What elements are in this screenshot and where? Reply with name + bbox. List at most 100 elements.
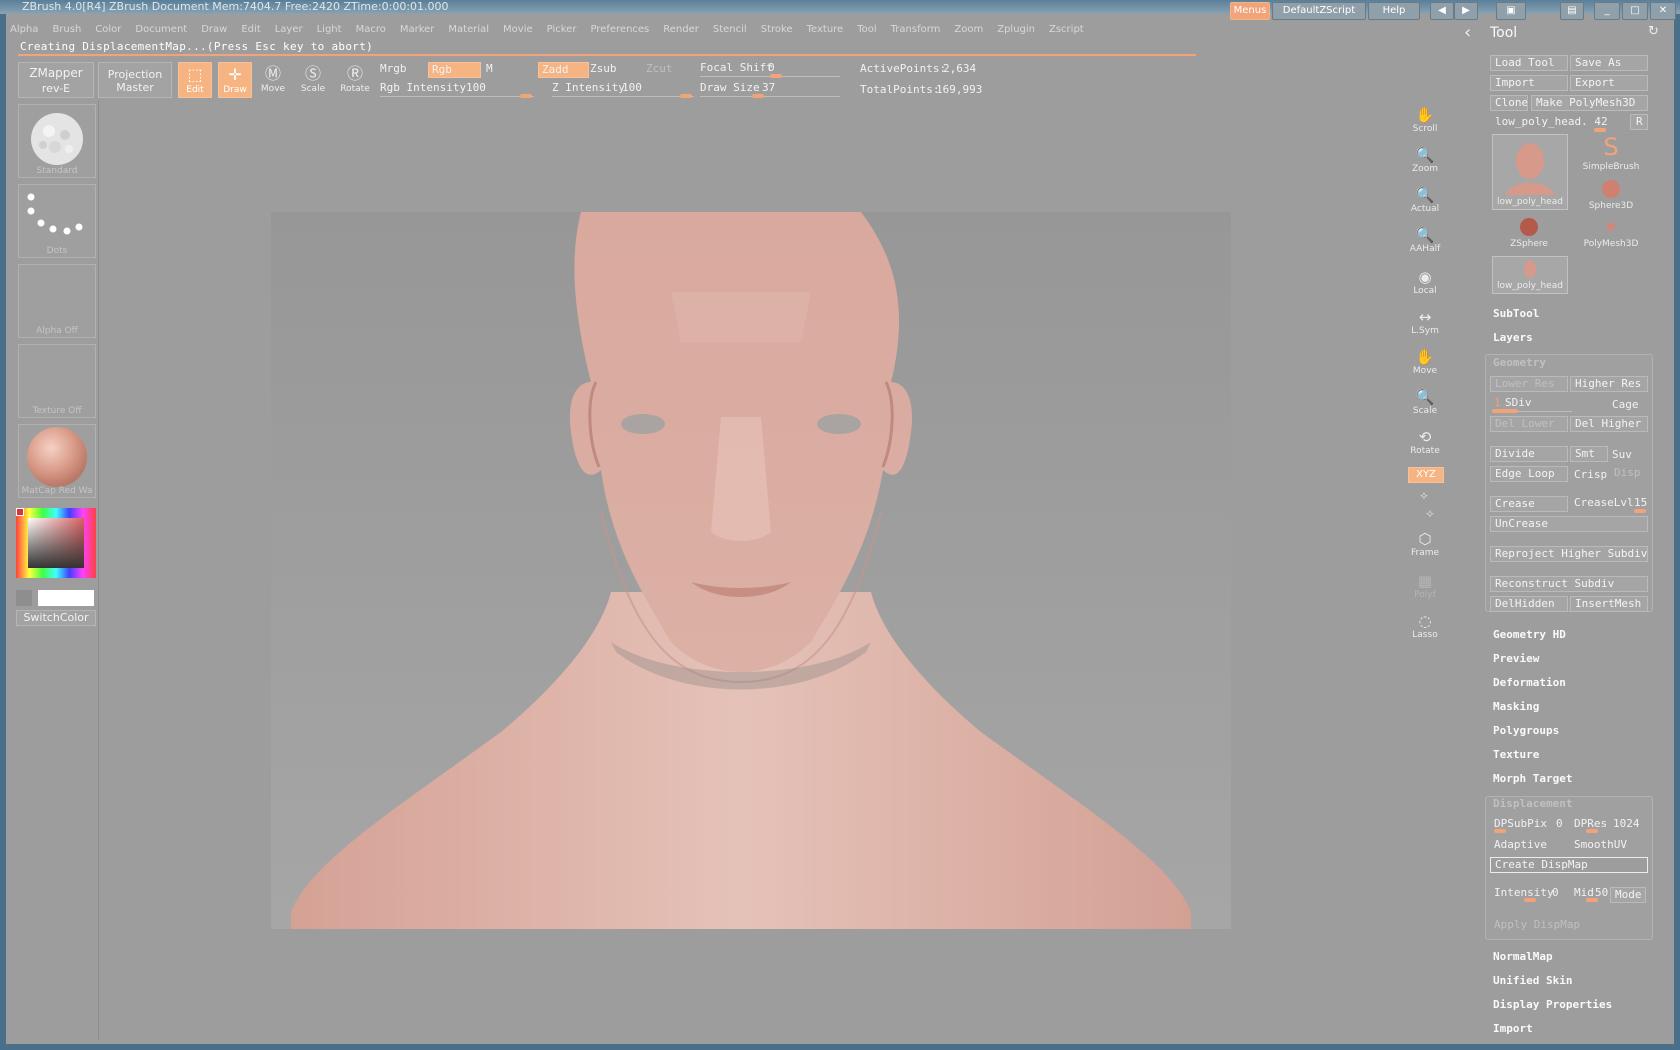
tool-thumb-sphere3d[interactable]: Sphere3D	[1578, 178, 1644, 214]
layout-icon[interactable]: ▣	[1496, 2, 1526, 20]
lasso-button[interactable]: ◌ Lasso	[1405, 612, 1445, 648]
z-intensity-knob[interactable]	[680, 94, 692, 98]
layers-section[interactable]: Layers	[1493, 331, 1533, 344]
tool-thumb-polymesh3d[interactable]: ✶ PolyMesh3D	[1578, 216, 1644, 252]
clone-button[interactable]: Clone	[1490, 95, 1528, 111]
move-button[interactable]: Ⓜ Move	[256, 62, 290, 98]
color-picker[interactable]	[16, 508, 96, 578]
prev-icon[interactable]: ◀	[1430, 2, 1454, 20]
insertmesh-button[interactable]: InsertMesh	[1570, 596, 1648, 612]
menu-light[interactable]: Light	[317, 24, 342, 35]
stroke-slot[interactable]: Dots	[18, 184, 96, 258]
export-button[interactable]: Export	[1570, 75, 1648, 91]
cage-button[interactable]: Cage	[1612, 398, 1639, 411]
menu-layer[interactable]: Layer	[275, 24, 303, 35]
menu-zscript[interactable]: Zscript	[1049, 24, 1084, 35]
menu-material[interactable]: Material	[448, 24, 489, 35]
make-polymesh-button[interactable]: Make PolyMesh3D	[1531, 95, 1648, 111]
section-normalmap[interactable]: NormalMap	[1493, 950, 1553, 963]
rotate-view-button[interactable]: ⟲ Rotate	[1405, 428, 1445, 464]
r-button[interactable]: R	[1630, 114, 1648, 130]
material-slot[interactable]: MatCap Red Wa	[18, 424, 96, 498]
geometry-section[interactable]: Geometry	[1493, 356, 1546, 369]
z-intensity-slider[interactable]	[552, 96, 694, 97]
menu-color[interactable]: Color	[95, 24, 121, 35]
crease-button[interactable]: Crease	[1490, 496, 1568, 512]
xyz-button[interactable]: XYZ	[1408, 467, 1444, 483]
saturation-square[interactable]	[28, 518, 84, 568]
menu-picker[interactable]: Picker	[547, 24, 577, 35]
texture-slot[interactable]: Texture Off	[18, 344, 96, 418]
draw-size-slider[interactable]	[700, 96, 840, 97]
save-icon[interactable]: ▤	[1560, 2, 1584, 20]
section-preview[interactable]: Preview	[1493, 652, 1539, 665]
scroll-button[interactable]: ✋ Scroll	[1405, 106, 1445, 142]
rgb-button[interactable]: Rgb	[428, 62, 481, 78]
menu-stencil[interactable]: Stencil	[713, 24, 747, 35]
next-icon[interactable]: ▶	[1454, 2, 1478, 20]
edit-button[interactable]: ⬚ Edit	[178, 62, 212, 98]
tool-thumb-simplebrush[interactable]: S SimpleBrush	[1578, 134, 1644, 174]
m-button[interactable]: M	[486, 62, 493, 75]
section-polygroups[interactable]: Polygroups	[1493, 724, 1559, 737]
projection-master-button[interactable]: Projection Master	[98, 62, 172, 98]
smt-button[interactable]: Smt	[1570, 446, 1608, 462]
scale-button[interactable]: Ⓢ Scale	[296, 62, 330, 98]
zsub-button[interactable]: Zsub	[590, 62, 617, 75]
maximize-icon[interactable]: □	[1622, 2, 1648, 20]
import-button[interactable]: Import	[1490, 75, 1568, 91]
minimize-icon[interactable]: _	[1594, 2, 1620, 20]
sym-down-icon[interactable]: ⟡	[1426, 506, 1434, 521]
menu-transform[interactable]: Transform	[891, 24, 941, 35]
menu-zoom[interactable]: Zoom	[954, 24, 983, 35]
back-arrow-icon[interactable]: ‹	[1464, 22, 1471, 43]
help-button[interactable]: Help	[1368, 2, 1420, 20]
mid-knob[interactable]	[1586, 898, 1598, 902]
menu-marker[interactable]: Marker	[400, 24, 435, 35]
zmapper-button[interactable]: ZMapper rev-E	[18, 62, 94, 98]
frame-button[interactable]: ⬡ Frame	[1405, 530, 1445, 566]
switch-color-button[interactable]: SwitchColor	[16, 610, 96, 626]
focal-shift-knob[interactable]	[770, 74, 782, 78]
menu-brush[interactable]: Brush	[52, 24, 81, 35]
menu-document[interactable]: Document	[135, 24, 187, 35]
local-button[interactable]: ◉ Local	[1405, 268, 1445, 304]
menu-macro[interactable]: Macro	[356, 24, 386, 35]
mrgb-button[interactable]: Mrgb	[380, 62, 407, 75]
create-dispmap-button[interactable]: Create DispMap	[1490, 857, 1648, 873]
section-texture[interactable]: Texture	[1493, 748, 1539, 761]
tool-thumb-zsphere[interactable]: ZSphere	[1496, 216, 1562, 252]
smoothuv-button[interactable]: SmoothUV	[1574, 838, 1627, 851]
menu-render[interactable]: Render	[663, 24, 699, 35]
actual-button[interactable]: 🔍 Actual	[1405, 186, 1445, 222]
move-view-button[interactable]: ✋ Move	[1405, 348, 1445, 384]
menu-zplugin[interactable]: Zplugin	[997, 24, 1035, 35]
menu-alpha[interactable]: Alpha	[10, 24, 38, 35]
zcut-button[interactable]: Zcut	[646, 62, 673, 75]
subtool-section[interactable]: SubTool	[1493, 307, 1539, 320]
primary-color-swatch[interactable]	[38, 590, 94, 606]
lsym-button[interactable]: ↔ L.Sym	[1405, 308, 1445, 344]
sym-up-icon[interactable]: ⟡	[1420, 488, 1428, 503]
rgb-intensity-slider[interactable]	[380, 96, 534, 97]
disp-button[interactable]: Disp	[1614, 466, 1641, 479]
menu-texture[interactable]: Texture	[807, 24, 844, 35]
delhidden-button[interactable]: DelHidden	[1490, 596, 1568, 612]
apply-dispmap-button[interactable]: Apply DispMap	[1494, 918, 1580, 931]
edge-loop-button[interactable]: Edge Loop	[1490, 466, 1568, 482]
save-as-button[interactable]: Save As	[1570, 55, 1648, 71]
section-import[interactable]: Import	[1493, 1022, 1533, 1035]
menu-movie[interactable]: Movie	[503, 24, 533, 35]
scale-view-button[interactable]: 🔍 Scale	[1405, 388, 1445, 424]
section-masking[interactable]: Masking	[1493, 700, 1539, 713]
draw-button[interactable]: ✛ Draw	[218, 62, 252, 98]
displacement-section[interactable]: Displacement	[1493, 797, 1572, 810]
uncrease-button[interactable]: UnCrease	[1490, 516, 1648, 532]
tool-thumb-low-poly-head-2[interactable]: low_poly_head	[1492, 256, 1568, 294]
adaptive-button[interactable]: Adaptive	[1494, 838, 1547, 851]
draw-size-knob[interactable]	[752, 94, 764, 98]
section-display-properties[interactable]: Display Properties	[1493, 998, 1612, 1011]
suv-button[interactable]: Suv	[1612, 448, 1632, 461]
tool-thumb-low-poly-head[interactable]: low_poly_head	[1492, 134, 1568, 210]
brush-slot[interactable]: Standard	[18, 104, 96, 178]
